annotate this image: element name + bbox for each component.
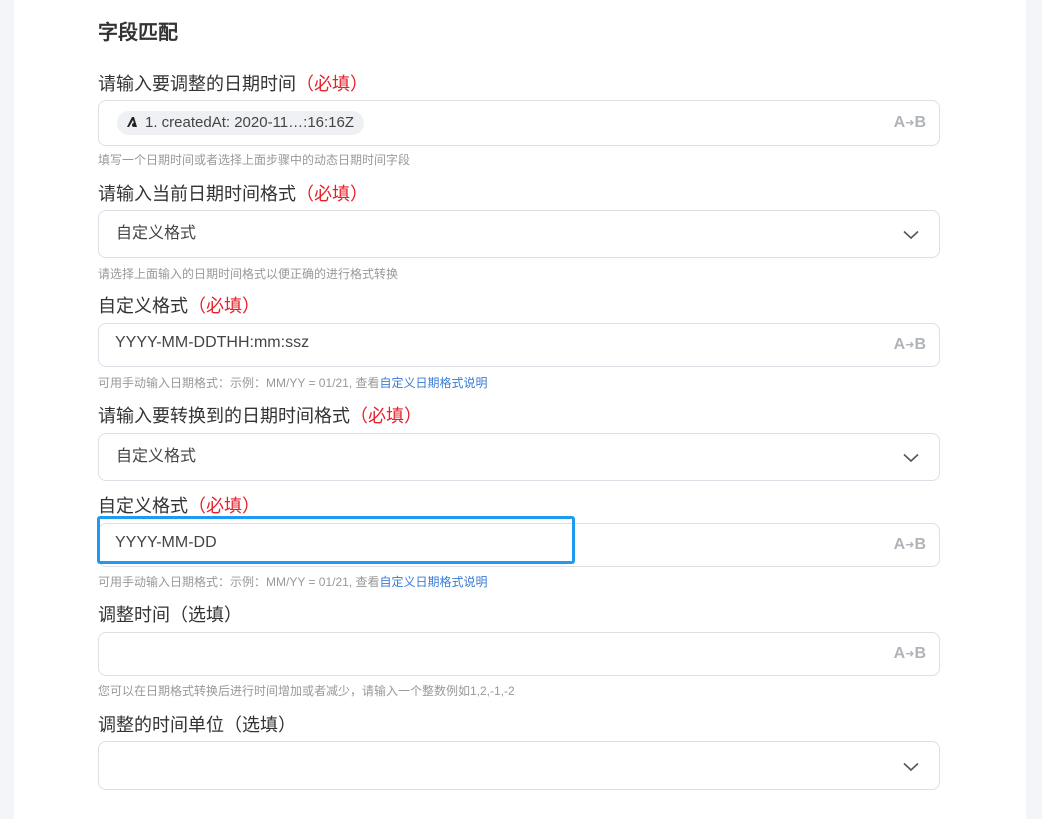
- section-title: 字段匹配: [98, 22, 178, 44]
- current-format-label: 请输入当前日期时间格式（必填）: [98, 184, 368, 204]
- date-input-hint: 填写一个日期时间或者选择上面步骤中的动态日期时间字段: [98, 153, 411, 167]
- required-mark: （必填）: [296, 184, 368, 204]
- custom-format-value: YYYY-MM-DDTHH:mm:ssz: [115, 334, 310, 351]
- required-mark: （必填）: [350, 406, 422, 426]
- date-input-label: 请输入要调整的日期时间（必填）: [98, 74, 368, 94]
- required-mark: （必填）: [188, 296, 260, 316]
- custom-format-input[interactable]: YYYY-MM-DDTHH:mm:ssz A➜B: [98, 323, 940, 367]
- custom-format-label: 自定义格式（必填）: [98, 296, 260, 316]
- time-unit-label: 调整的时间单位（选填）: [98, 715, 296, 735]
- current-format-hint: 请选择上面输入的日期时间格式以便正确的进行格式转换: [98, 267, 399, 281]
- chevron-down-icon: [903, 230, 919, 240]
- app-logo-icon: [127, 117, 137, 127]
- dynamic-field-chip[interactable]: 1. createdAt: 2020-11…:16:16Z: [117, 111, 365, 135]
- custom-format-input-focused[interactable]: YYYY-MM-DD A➜B: [98, 523, 940, 567]
- date-input-field[interactable]: 1. createdAt: 2020-11…:16:16Z A➜B: [98, 100, 940, 146]
- adjust-time-input[interactable]: A➜B: [98, 632, 940, 676]
- target-format-select[interactable]: 自定义格式: [98, 433, 940, 481]
- adjust-time-hint: 您可以在日期格式转换后进行时间增加或者减少，请输入一个整数例如1,2,-1,-2: [98, 684, 515, 698]
- target-format-label: 请输入要转换到的日期时间格式（必填）: [98, 406, 422, 426]
- a-to-b-icon[interactable]: A➜B: [894, 633, 926, 676]
- format-help-link[interactable]: 自定义日期格式说明: [380, 376, 488, 390]
- custom-format-label: 自定义格式（必填）: [98, 496, 260, 516]
- a-to-b-icon[interactable]: A➜B: [894, 101, 926, 146]
- format-help-link[interactable]: 自定义日期格式说明: [380, 575, 488, 589]
- custom-format-hint: 可用手动输入日期格式：示例：MM/YY = 01/21, 查看自定义日期格式说明: [98, 376, 488, 390]
- current-format-select[interactable]: 自定义格式: [98, 210, 940, 258]
- form-panel: 字段匹配 请输入要调整的日期时间（必填） 1. createdAt: 2020-…: [14, 0, 1026, 819]
- target-format-value: 自定义格式: [116, 448, 197, 465]
- custom-format-hint: 可用手动输入日期格式：示例：MM/YY = 01/21, 查看自定义日期格式说明: [98, 575, 488, 589]
- current-format-value: 自定义格式: [116, 225, 197, 242]
- a-to-b-icon[interactable]: A➜B: [894, 324, 926, 367]
- time-unit-select[interactable]: [98, 741, 940, 790]
- required-mark: （必填）: [296, 74, 368, 94]
- adjust-time-label: 调整时间（选填）: [98, 605, 242, 625]
- chevron-down-icon: [903, 453, 919, 463]
- chevron-down-icon: [903, 762, 919, 772]
- custom-format-value: YYYY-MM-DD: [115, 534, 217, 551]
- required-mark: （必填）: [188, 496, 260, 516]
- a-to-b-icon[interactable]: A➜B: [894, 524, 926, 567]
